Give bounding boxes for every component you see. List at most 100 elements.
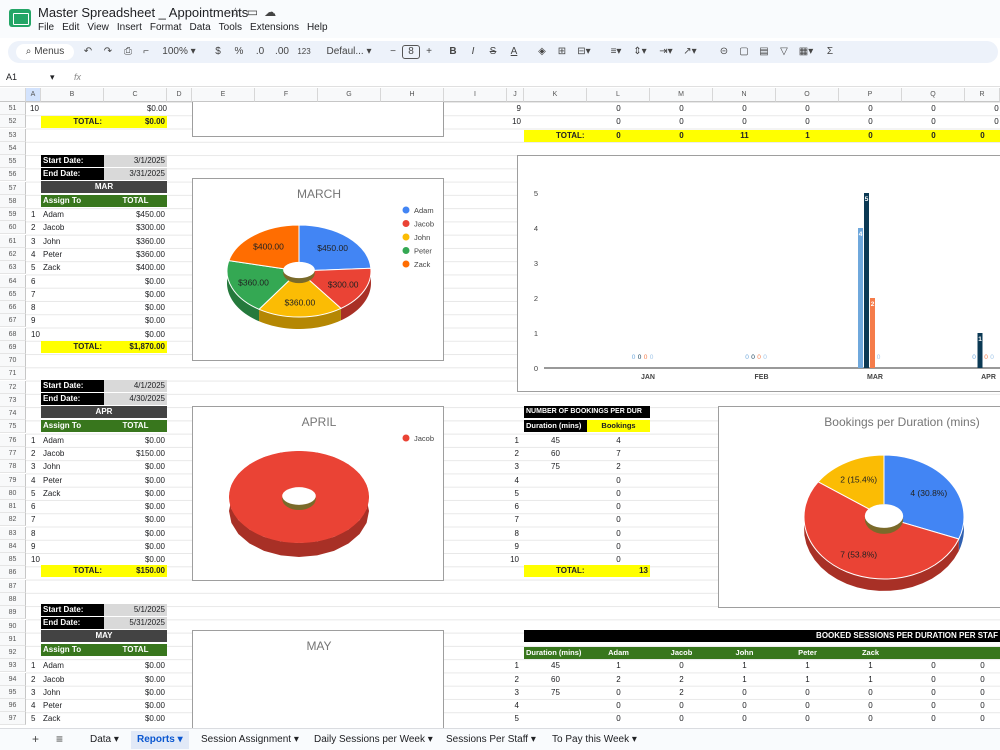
march-chart-card[interactable]: MARCH $450.00 $300.00 $360.00 $360.00 $400.00… [192,178,444,361]
text-rotation-icon[interactable]: ↗▾ [680,45,700,59]
row-index[interactable]: 3 [507,687,519,699]
bold-icon[interactable]: B [448,45,458,59]
duration-value[interactable] [524,514,587,526]
tab-reports[interactable]: Reports ▾ [131,731,189,749]
cell-value[interactable]: 0 [902,700,965,712]
row-header[interactable]: 82 [0,513,26,527]
column-header-r[interactable]: R [965,88,1000,102]
bookings-value[interactable]: 4 [587,435,650,447]
row-header[interactable]: 71 [0,367,26,381]
total-label[interactable]: TOTAL: [41,341,104,353]
cell-value[interactable]: 45 [524,660,587,672]
name-box[interactable]: A1 [6,72,17,82]
cell-value[interactable]: 0 [839,103,902,115]
staff-total[interactable]: $0.00 [104,700,165,712]
row-header[interactable]: 76 [0,433,26,447]
row-header[interactable]: 70 [0,354,26,368]
row-index[interactable]: 1 [507,660,519,672]
cell-value[interactable]: 0 [713,687,776,699]
cell-value[interactable]: 0 [965,713,1000,725]
all-sheets-icon[interactable]: ≡ [56,732,63,746]
row-header[interactable]: 63 [0,261,26,275]
cell-value[interactable]: 0 [839,687,902,699]
merge-cells-icon[interactable]: ⊟▾ [574,45,594,59]
start-date-value[interactable]: 5/1/2025 [104,604,167,616]
cell-value[interactable]: 0 [776,116,839,128]
cell-value[interactable]: 0 [587,116,650,128]
chart-icon[interactable]: ▤ [758,45,770,59]
bar[interactable] [858,228,863,368]
booked-header[interactable]: Adam [587,647,650,660]
row-index[interactable]: 2 [507,674,519,686]
row-header[interactable]: 60 [0,221,26,235]
staff-name[interactable]: John [43,461,103,473]
month-header[interactable]: APR [41,406,167,418]
row-header[interactable]: 94 [0,672,26,686]
cell-value[interactable]: 0 [902,674,965,686]
duration-value[interactable] [524,488,587,500]
total-value[interactable]: $1,870.00 [104,341,167,353]
end-date-value[interactable]: 5/31/2025 [104,617,167,629]
row-header[interactable]: 93 [0,659,26,673]
star-icon[interactable]: ☆ [230,5,247,19]
total-value[interactable]: $0.00 [104,116,167,128]
total-header[interactable]: TOTAL [104,195,167,207]
bookings-value[interactable]: 0 [587,541,650,553]
bookings-header[interactable]: Bookings [587,420,650,432]
row-header[interactable]: 77 [0,447,26,461]
row-index[interactable]: 5 [507,713,519,725]
column-header-a[interactable]: A [26,88,41,102]
row-index[interactable]: 5 [31,262,41,274]
increase-decimal-button[interactable]: .00 [273,45,291,59]
bookings-value[interactable]: 2 [587,461,650,473]
cell-value[interactable]: 2 [650,687,713,699]
document-title[interactable]: Master Spreadsheet _ Appointments [38,5,248,20]
cell-index[interactable]: 10 [30,103,50,115]
row-header[interactable]: 69 [0,340,26,354]
staff-total[interactable]: $0.00 [104,501,165,513]
text-color-icon[interactable]: A [508,45,520,59]
staff-name[interactable]: Jacob [43,222,103,234]
total-value[interactable]: 0 [965,129,1000,142]
staff-total[interactable]: $0.00 [104,713,165,725]
row-header[interactable]: 67 [0,314,26,328]
column-header-l[interactable]: L [587,88,650,102]
horizontal-align-icon[interactable]: ≡▾ [606,45,626,59]
staff-total[interactable]: $0.00 [104,302,165,314]
staff-name[interactable]: Jacob [43,448,103,460]
assign-to-header[interactable]: Assign To [41,644,104,656]
tab-data[interactable]: Data ▾ [90,734,119,745]
row-index[interactable]: 7 [31,289,41,301]
staff-total[interactable]: $0.00 [104,541,165,553]
assign-to-header[interactable]: Assign To [41,420,104,432]
functions-icon[interactable]: Σ [824,45,836,59]
staff-name[interactable] [43,302,103,314]
staff-name[interactable]: Adam [43,435,103,447]
staff-total[interactable]: $360.00 [104,236,165,248]
menu-data[interactable]: Data [190,22,211,33]
cell-value[interactable]: 2 [587,674,650,686]
duration-value[interactable]: 60 [524,448,587,460]
cell-value[interactable]: 0 [839,713,902,725]
booked-header[interactable]: Peter [776,647,839,660]
column-header-b[interactable]: B [41,88,104,102]
staff-total[interactable]: $0.00 [104,488,165,500]
row-index[interactable]: 3 [31,461,41,473]
row-header[interactable]: 81 [0,500,26,514]
row-header[interactable]: 73 [0,393,26,407]
staff-total[interactable]: $0.00 [104,475,165,487]
column-header-h[interactable]: H [381,88,444,102]
row-index[interactable]: 10 [507,116,521,128]
column-header-g[interactable]: G [318,88,381,102]
menus-search[interactable]: ⌕ Menus [16,44,74,60]
cell-value[interactable]: 1 [713,674,776,686]
total-header[interactable]: TOTAL [104,644,167,656]
menu-tools[interactable]: Tools [219,22,242,33]
add-sheet-icon[interactable]: + [32,732,39,746]
staff-total[interactable]: $450.00 [104,209,165,221]
staff-name[interactable]: John [43,236,103,248]
cell-value[interactable]: 0 [713,103,776,115]
cell-value[interactable]: 0 [650,103,713,115]
cell-value[interactable]: 1 [776,660,839,672]
cell-value[interactable]: 0 [839,116,902,128]
